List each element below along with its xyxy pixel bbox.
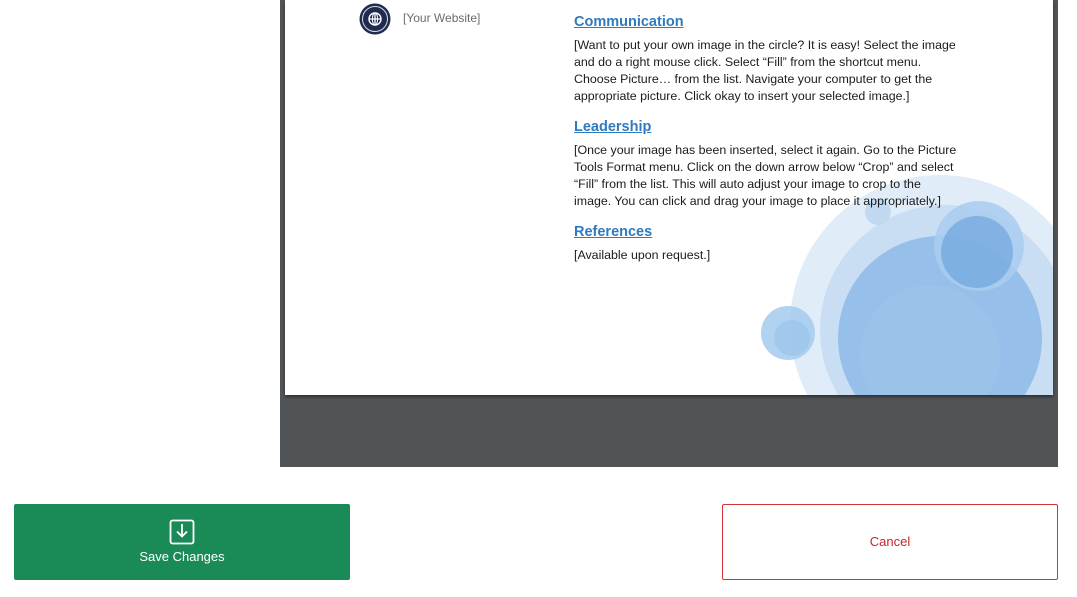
section-heading-references: References (574, 224, 653, 240)
section-heading-leadership: Leadership (574, 119, 652, 135)
section-body-leadership: [Once your image has been inserted, sele… (574, 143, 957, 208)
resume-content: Communication [Want to put your own imag… (574, 13, 984, 277)
save-changes-label: Save Changes (139, 549, 225, 564)
save-changes-button[interactable]: Save Changes (14, 504, 350, 580)
globe-icon (359, 3, 391, 35)
section-body-communication: [Want to put your own image in the circl… (574, 38, 956, 103)
save-download-icon (169, 519, 195, 545)
document-page: [Your Website] Communication [Want to pu… (285, 0, 1053, 395)
document-viewer[interactable]: [Your Website] Communication [Want to pu… (280, 0, 1058, 467)
section-heading-communication: Communication (574, 14, 684, 30)
section-body-references: [Available upon request.] (574, 248, 711, 262)
website-placeholder: [Your Website] (403, 11, 481, 25)
cancel-button[interactable]: Cancel (722, 504, 1058, 580)
